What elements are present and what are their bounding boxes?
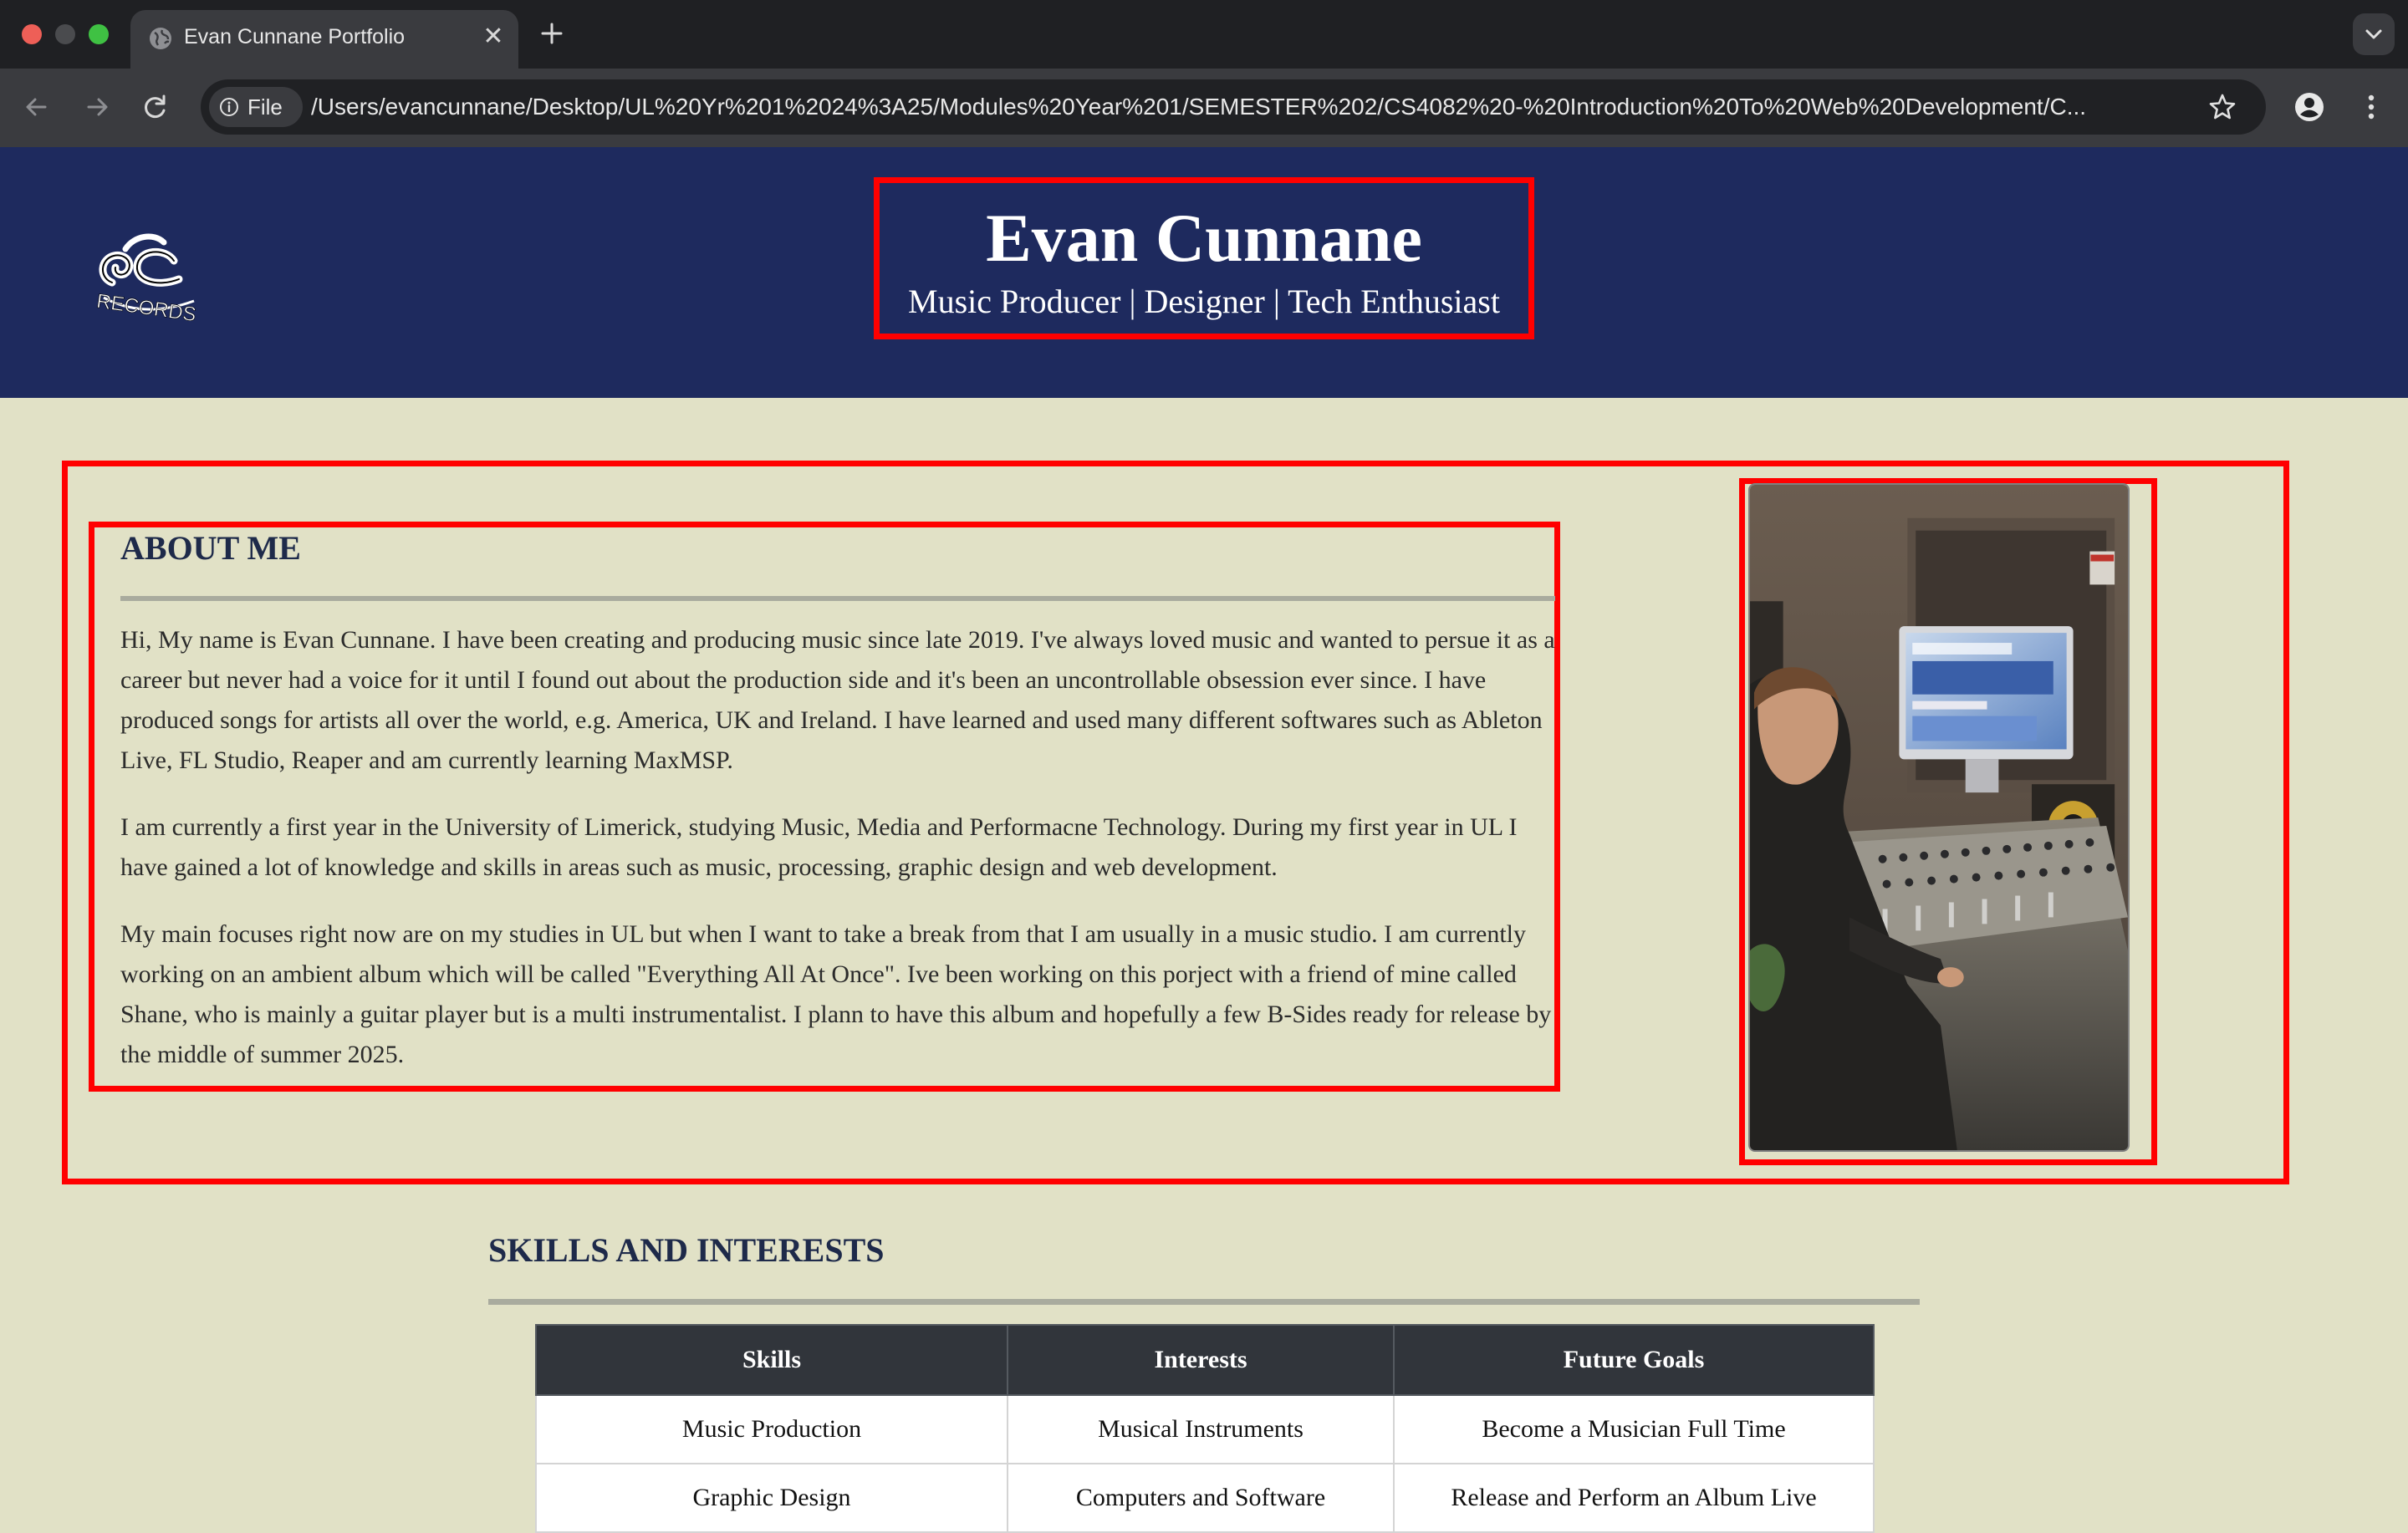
chevron-down-icon (2365, 29, 2382, 39)
browser-tab-strip: Evan Cunnane Portfolio ✕ (0, 0, 2408, 69)
table-cell: Music Production (535, 1394, 1008, 1464)
back-arrow-icon[interactable] (18, 89, 55, 125)
url-text[interactable]: /Users/evancunnane/Desktop/UL%20Yr%201%2… (311, 92, 2109, 122)
window-close-button[interactable] (22, 24, 42, 44)
ec-records-logo[interactable]: RECORDS (87, 217, 201, 331)
file-chip-label: File (247, 94, 283, 120)
about-paragraph: My main focuses right now are on my stud… (120, 920, 1552, 1068)
table-row: Graphic Design Computers and Software Re… (535, 1463, 1875, 1533)
about-paragraph: Hi, My name is Evan Cunnane. I have been… (120, 626, 1555, 774)
table-header-row: Skills Interests Future Goals (535, 1324, 1875, 1396)
table-cell: Become a Musician Full Time (1393, 1394, 1875, 1464)
tab-close-icon[interactable]: ✕ (478, 22, 508, 52)
column-header: Skills (535, 1324, 1008, 1396)
forward-arrow-icon[interactable] (79, 89, 115, 125)
site-tagline: Music Producer | Designer | Tech Enthusi… (908, 283, 1500, 320)
about-paragraph: I am currently a first year in the Unive… (120, 813, 1518, 881)
window-maximize-button[interactable] (89, 24, 109, 44)
skills-table: Skills Interests Future Goals Music Prod… (535, 1324, 1875, 1533)
window-minimize-button[interactable] (55, 24, 75, 44)
globe-icon (150, 28, 171, 49)
column-header: Interests (1007, 1324, 1395, 1396)
table-cell: Release and Perform an Album Live (1393, 1463, 1875, 1533)
info-icon (220, 98, 238, 116)
plus-icon[interactable] (535, 17, 569, 50)
browser-tab-active[interactable]: Evan Cunnane Portfolio ✕ (130, 10, 518, 69)
browser-toolbar: File /Users/evancunnane/Desktop/UL%20Yr%… (0, 69, 2408, 147)
skills-heading: SKILLS AND INTERESTS (488, 1231, 885, 1269)
table-cell: Musical Instruments (1007, 1394, 1395, 1464)
studio-photo (1748, 483, 2130, 1152)
site-info-chip[interactable]: File (209, 87, 303, 127)
profile-icon[interactable] (2291, 89, 2328, 125)
table-cell: Computers and Software (1007, 1463, 1395, 1533)
title-highlight-box: Evan Cunnane Music Producer | Designer |… (874, 177, 1534, 339)
site-title: Evan Cunnane (986, 200, 1422, 276)
table-row: Music Production Musical Instruments Bec… (535, 1394, 1875, 1464)
address-bar[interactable]: File /Users/evancunnane/Desktop/UL%20Yr%… (201, 79, 2266, 135)
tab-search-button[interactable] (2353, 13, 2395, 55)
about-divider (120, 596, 1555, 601)
logo-text: RECORDS (95, 290, 198, 326)
site-header: RECORDS Evan Cunnane Music Producer | De… (0, 147, 2408, 398)
reload-icon[interactable] (137, 89, 174, 125)
skills-divider (488, 1299, 1920, 1305)
about-heading: ABOUT ME (120, 529, 301, 567)
column-header: Future Goals (1393, 1324, 1875, 1396)
more-vert-icon[interactable] (2354, 89, 2388, 125)
star-icon[interactable] (2207, 92, 2237, 122)
table-cell: Graphic Design (535, 1463, 1008, 1533)
tab-title: Evan Cunnane Portfolio (184, 25, 406, 48)
